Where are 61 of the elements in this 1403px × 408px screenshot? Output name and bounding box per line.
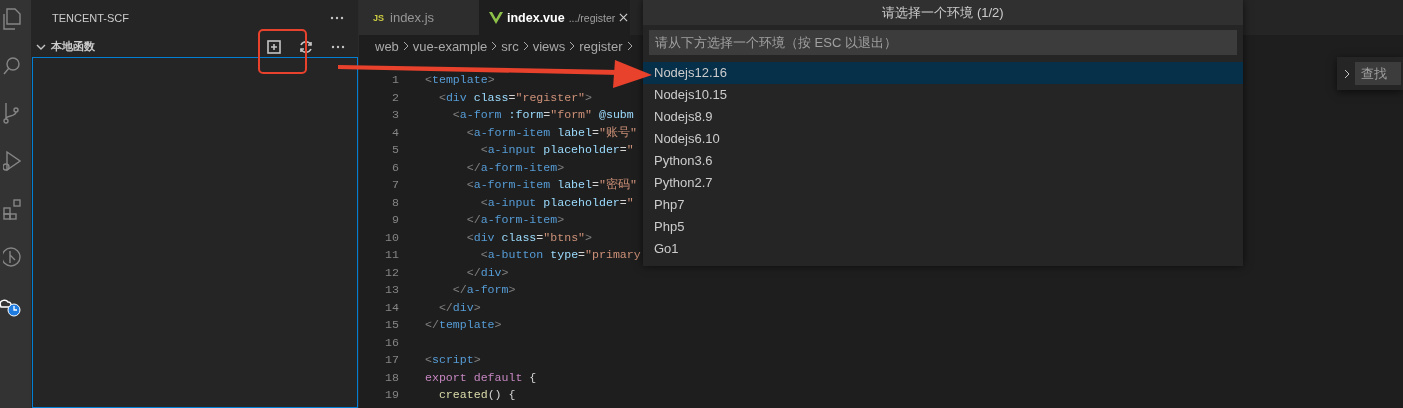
quick-pick-item[interactable]: Nodejs6.10 (643, 128, 1243, 150)
code-line: created() { (437, 387, 516, 403)
line-number: 10 (384, 229, 399, 246)
quick-pick-title: 请选择一个环境 (1/2) (643, 0, 1243, 25)
tab-description: .../register (568, 11, 616, 24)
code-line: </div> (437, 299, 481, 316)
js-file-icon: JS (373, 12, 384, 23)
line-number: 6 (391, 159, 399, 176)
line-number: 1 (391, 72, 399, 88)
line-number: 14 (384, 299, 399, 316)
editor-tab[interactable]: JS index.js (359, 0, 479, 35)
code-line: </a-form-item> (465, 212, 565, 228)
line-number: 18 (384, 369, 399, 386)
quick-pick-item[interactable]: Php5 (643, 216, 1243, 238)
code-line: </template> (425, 317, 502, 333)
code-line: </a-form> (451, 282, 516, 298)
quick-pick-item[interactable]: Nodejs8.9 (643, 106, 1243, 128)
line-number: 13 (384, 282, 399, 298)
line-number: 7 (391, 177, 399, 193)
breadcrumb[interactable]: vue-example (412, 38, 488, 54)
code-line: <a-input placeholder=" (479, 142, 634, 158)
quick-pick-item[interactable]: Php7 (643, 194, 1243, 216)
code-line: <template> (425, 72, 495, 88)
line-number: 8 (391, 194, 399, 211)
line-number: 2 (391, 89, 399, 106)
line-number: 12 (384, 264, 399, 281)
line-number: 11 (384, 247, 399, 263)
breadcrumb[interactable]: views (532, 38, 566, 54)
code-line: <a-form-item label="账号" (465, 124, 637, 141)
quick-pick-item[interactable]: Python3.6 (643, 150, 1243, 172)
code-line: <div class="register"> (437, 89, 592, 106)
quick-pick-item[interactable]: Nodejs10.15 (643, 84, 1243, 106)
code-line: <a-form :form="form" @subm (451, 107, 634, 123)
code-line: <script> (425, 352, 481, 368)
quick-pick-item[interactable]: Nodejs12.16 (643, 62, 1243, 84)
line-number: 9 (391, 212, 399, 228)
tab-label: index.vue (507, 10, 565, 25)
code-line: export default { (425, 369, 537, 386)
line-number: 15 (384, 317, 399, 333)
line-number: 3 (391, 107, 399, 123)
breadcrumb[interactable]: web (375, 38, 399, 54)
code-line: <a-form-item label="密码" (465, 177, 637, 193)
line-number: 16 (384, 334, 399, 351)
line-number: 5 (391, 142, 399, 158)
breadcrumb[interactable]: register (579, 38, 623, 54)
quick-pick-item[interactable]: Python2.7 (643, 172, 1243, 194)
breadcrumb[interactable]: src (501, 38, 519, 54)
code-line: <a-input placeholder=" (479, 194, 634, 211)
section-title[interactable]: 本地函数 (51, 39, 256, 54)
code-line: </a-form-item> (465, 159, 565, 176)
line-number: 17 (384, 352, 399, 368)
code-line: <div class="btns"> (465, 229, 592, 246)
tab-label: index.js (390, 10, 435, 25)
find-input[interactable]: 查找 (1355, 62, 1401, 85)
quick-pick-item[interactable]: Go1 (643, 238, 1243, 260)
sidebar-title: TENCENT-SCF (52, 12, 129, 24)
code-line: </div> (465, 264, 509, 281)
line-number: 19 (384, 387, 399, 403)
code-line: <a-button type="primary (479, 247, 641, 263)
editor-tab[interactable]: index.vue .../register (479, 0, 631, 35)
line-number: 4 (391, 124, 399, 141)
